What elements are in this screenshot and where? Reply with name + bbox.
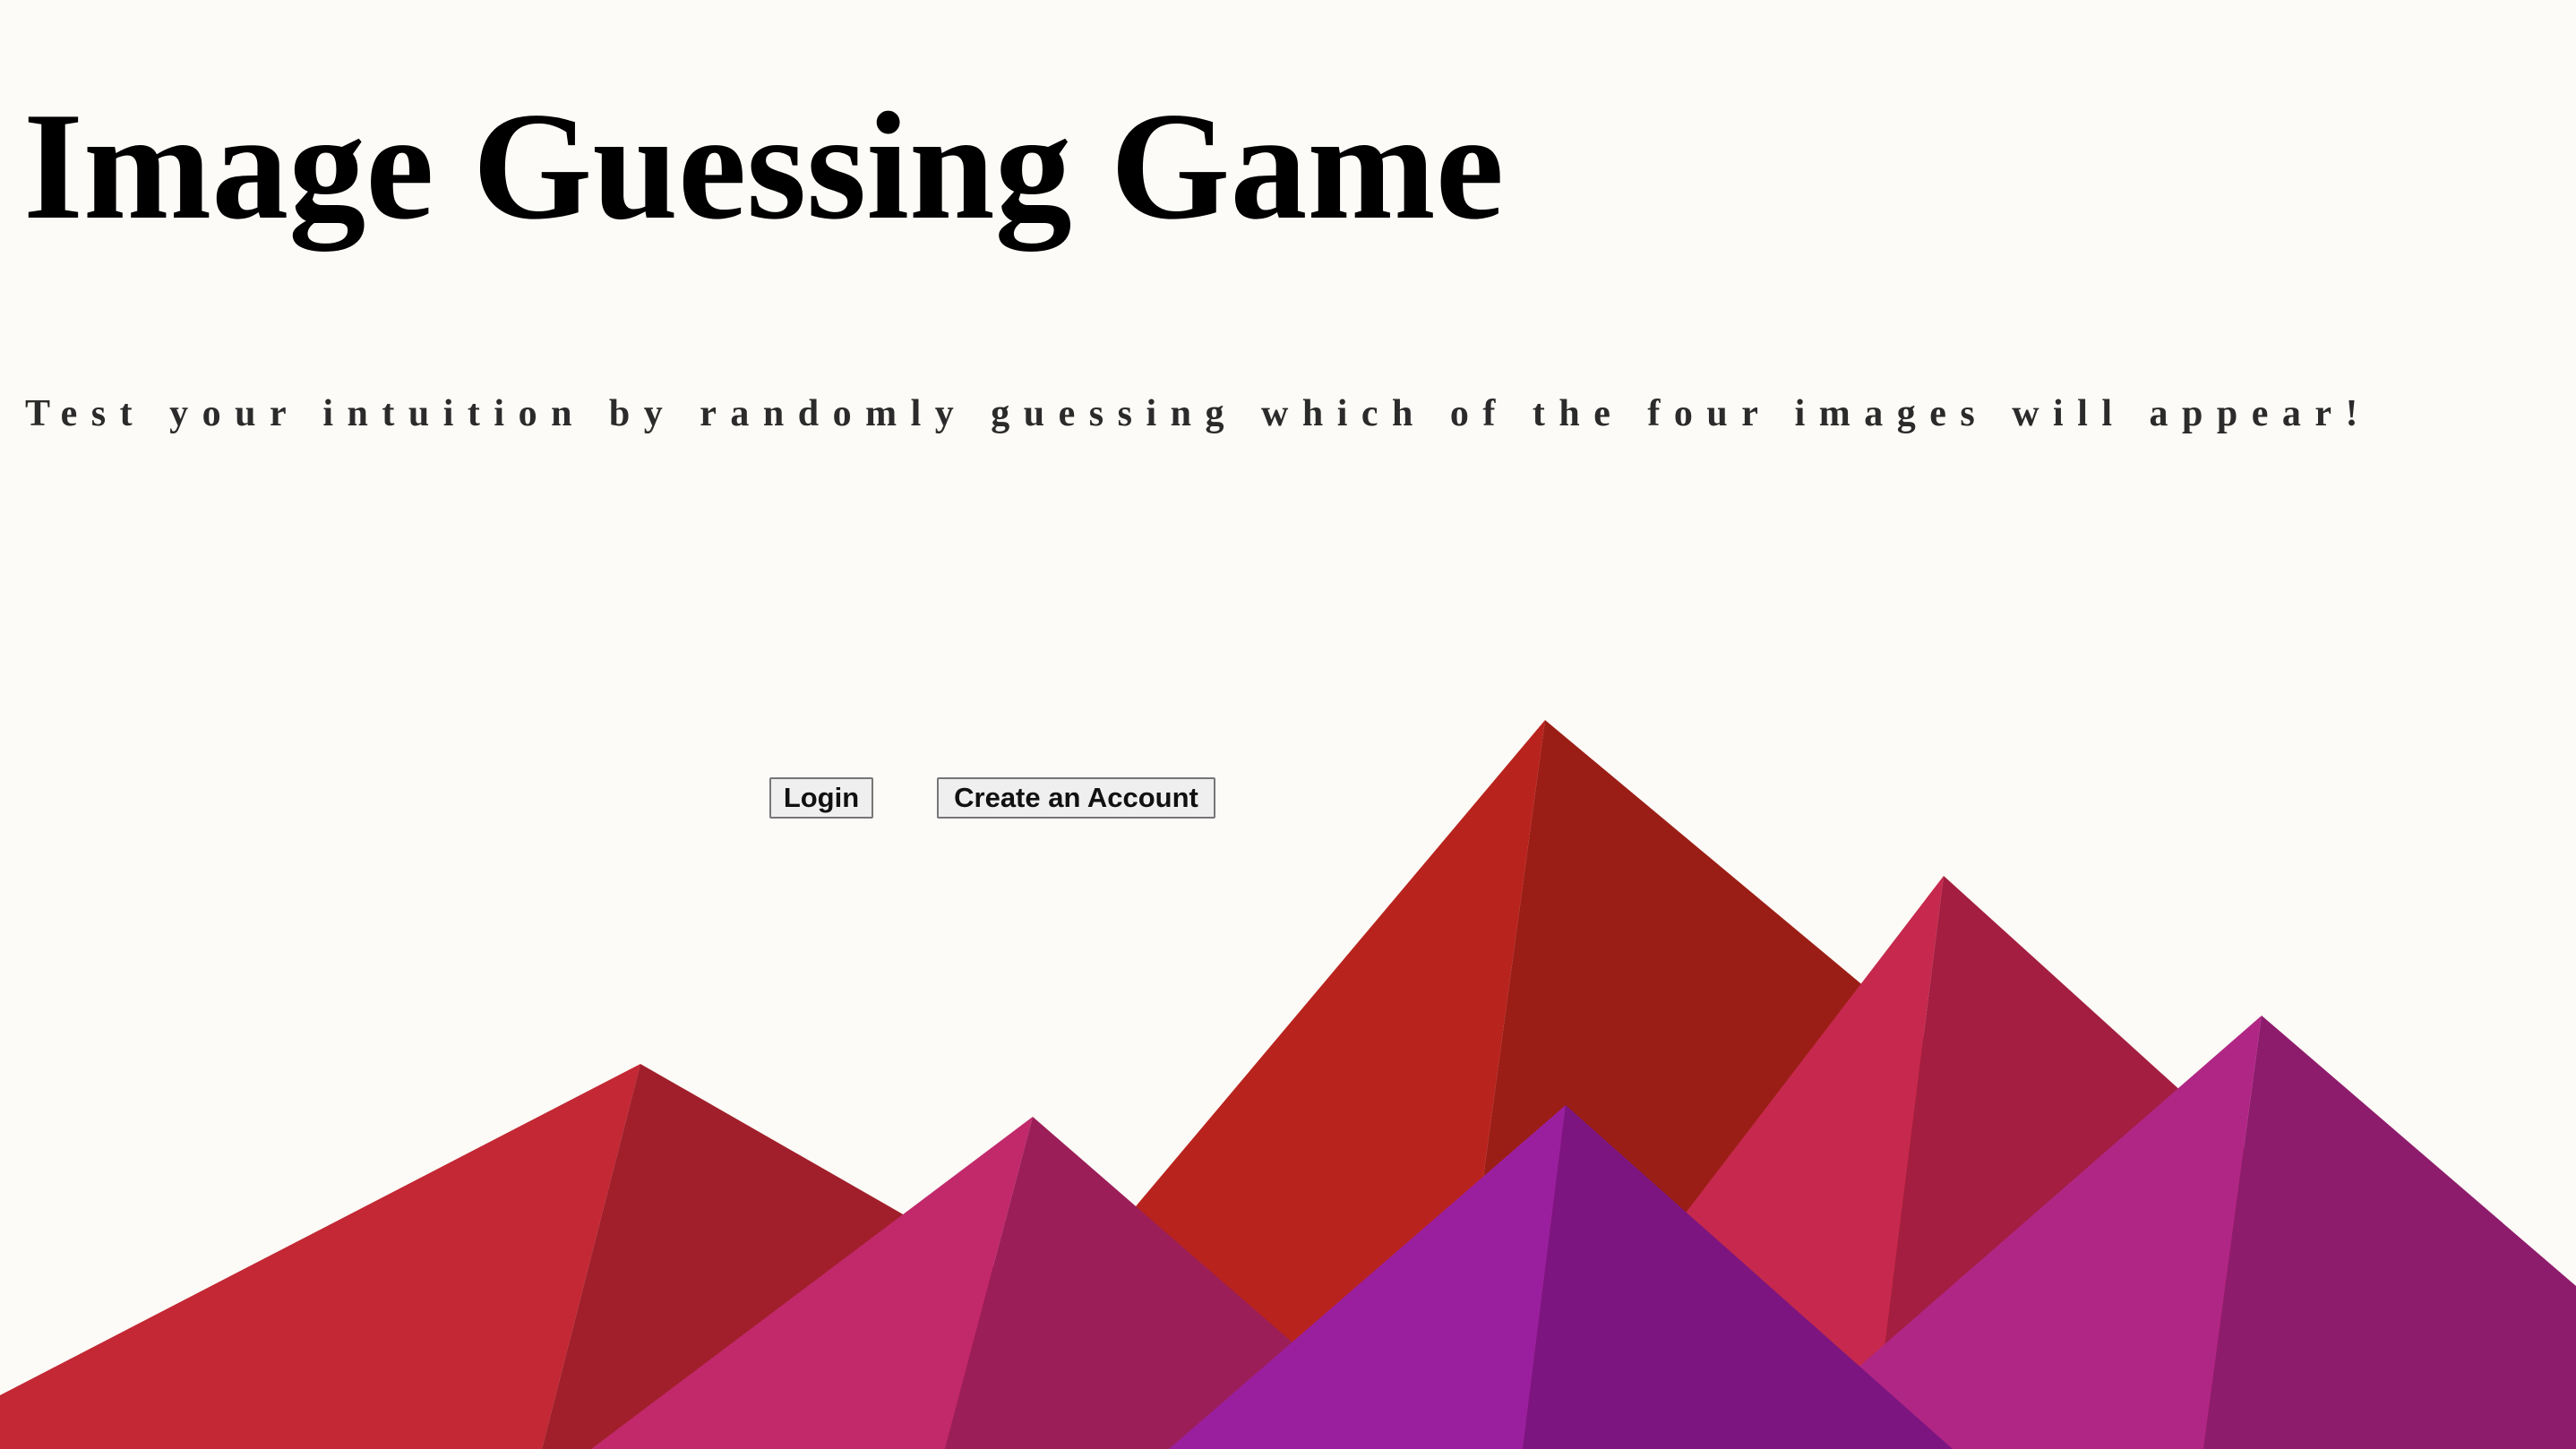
page-subtitle: Test your intuition by randomly guessing… bbox=[25, 393, 2373, 434]
mountain-peak-center bbox=[932, 720, 2418, 1449]
mountain-peak-front bbox=[1169, 1105, 1953, 1449]
create-account-button[interactable]: Create an Account bbox=[937, 777, 1215, 819]
mountain-peak-mid-left bbox=[591, 1117, 1415, 1449]
mountain-peak-right-back bbox=[1505, 876, 2576, 1449]
login-button[interactable]: Login bbox=[769, 777, 873, 819]
mountain-peak-far-right bbox=[1765, 1016, 2576, 1449]
mountain-peak-left bbox=[0, 1064, 1003, 1449]
page-title: Image Guessing Game bbox=[23, 81, 1505, 252]
